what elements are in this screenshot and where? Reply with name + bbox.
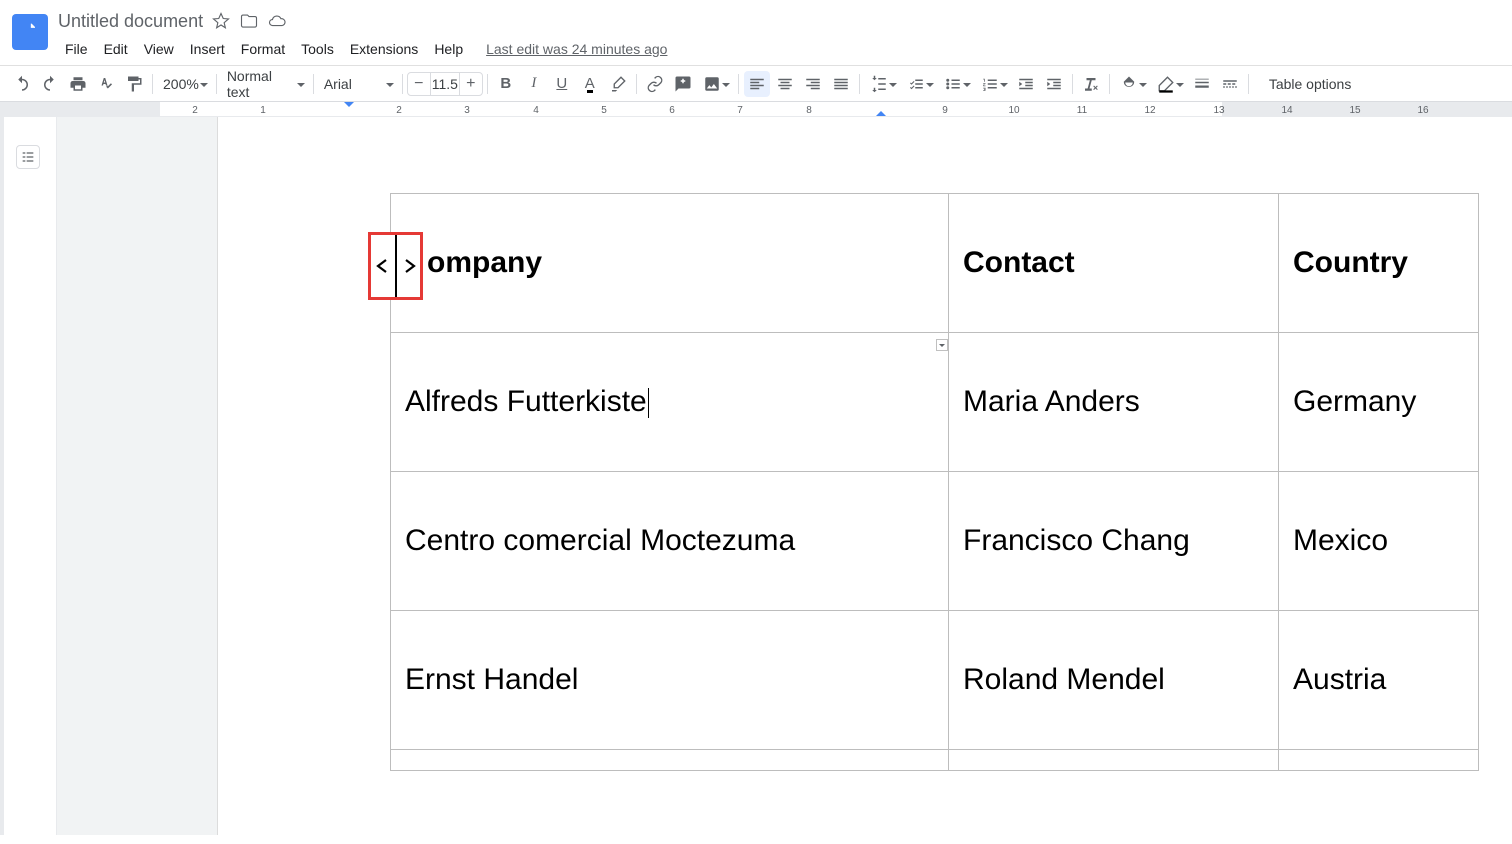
zoom-dropdown[interactable]: 200% [157,71,212,97]
menu-insert[interactable]: Insert [183,38,232,60]
cell-company[interactable]: Alfreds Futterkiste [405,385,649,418]
font-size-control: − 11.5 + [407,72,483,96]
cell-shading-dropdown[interactable] [1114,71,1151,97]
table-row: Centro comercial Moctezuma Francisco Cha… [391,472,1479,611]
table-header-row: ompany Contact Country [391,194,1479,333]
right-indent-marker[interactable] [876,106,886,116]
font-dropdown[interactable]: Arial [318,71,398,97]
doc-title[interactable]: Untitled document [58,11,203,32]
highlight-color-button[interactable] [605,71,631,97]
ruler-label: 15 [1349,105,1360,116]
italic-button[interactable]: I [521,71,547,97]
ruler-label: 10 [1008,105,1019,116]
header-country[interactable]: Country [1293,246,1408,279]
font-size-increase-button[interactable]: + [460,73,482,95]
add-comment-button[interactable] [670,71,696,97]
style-dropdown[interactable]: Normal text [221,71,309,97]
cell-country[interactable]: Austria [1293,663,1386,696]
numbered-list-dropdown[interactable] [975,71,1012,97]
ruler-label: 14 [1281,105,1292,116]
checklist-dropdown[interactable] [901,71,938,97]
insert-image-dropdown[interactable] [697,71,734,97]
bold-button[interactable]: B [493,71,519,97]
cell-contact[interactable]: Maria Anders [963,385,1140,418]
font-size-decrease-button[interactable]: − [408,73,430,95]
header-contact[interactable]: Contact [963,246,1075,279]
style-value: Normal text [227,68,296,100]
increase-indent-button[interactable] [1041,71,1067,97]
ruler-label: 3 [464,105,470,116]
align-right-button[interactable] [800,71,826,97]
toolbar: 200% Normal text Arial − 11.5 + B I U A … [0,66,1512,102]
ruler-label: 16 [1417,105,1428,116]
table-row [391,750,1479,771]
header-company[interactable]: ompany [427,246,542,279]
align-center-button[interactable] [772,71,798,97]
star-icon[interactable] [211,11,231,31]
docs-logo[interactable] [12,14,48,50]
cell-contact[interactable]: Francisco Chang [963,524,1190,557]
show-outline-button[interactable] [16,145,40,169]
ruler-label: 13 [1213,105,1224,116]
menu-format[interactable]: Format [234,38,292,60]
ruler-label: 9 [942,105,948,116]
font-size-value[interactable]: 11.5 [430,73,460,95]
table-options-button[interactable]: Table options [1261,72,1360,96]
cell-country[interactable]: Mexico [1293,524,1388,557]
cell-country[interactable]: Germany [1293,385,1416,418]
border-color-dropdown[interactable] [1151,71,1188,97]
table-row: Ernst Handel Roland Mendel Austria [391,611,1479,750]
menu-file[interactable]: File [58,38,95,60]
zoom-value: 200% [163,76,199,92]
clear-formatting-button[interactable] [1078,71,1104,97]
ruler-label: 11 [1077,105,1087,116]
decrease-indent-button[interactable] [1013,71,1039,97]
document-page[interactable]: ompany Contact Country Alfreds Futterkis… [217,117,1512,835]
cell-company[interactable]: Centro comercial Moctezuma [405,524,795,557]
spellcheck-button[interactable] [93,71,119,97]
menu-tools[interactable]: Tools [294,38,341,60]
border-dash-button[interactable] [1217,71,1243,97]
redo-button[interactable] [37,71,63,97]
ruler-label: 5 [601,105,607,116]
bulleted-list-dropdown[interactable] [938,71,975,97]
content-table[interactable]: ompany Contact Country Alfreds Futterkis… [390,193,1479,771]
font-value: Arial [324,76,352,92]
cell-contact[interactable]: Roland Mendel [963,663,1165,696]
menu-view[interactable]: View [137,38,181,60]
vertical-ruler[interactable] [0,117,4,835]
ruler-label: 12 [1144,105,1155,116]
horizontal-ruler[interactable]: 2 1 2 3 4 5 6 7 8 9 10 11 12 13 14 15 16 [0,102,1512,117]
print-button[interactable] [65,71,91,97]
menu-help[interactable]: Help [427,38,470,60]
menu-extensions[interactable]: Extensions [343,38,425,60]
first-line-indent-marker[interactable] [344,102,354,112]
move-icon[interactable] [239,11,259,31]
insert-link-button[interactable] [642,71,668,97]
ruler-label: 1 [260,105,266,116]
undo-button[interactable] [9,71,35,97]
ruler-label: 2 [192,105,198,116]
table-row: Alfreds Futterkiste Maria Anders Germany [391,333,1479,472]
last-edit-link[interactable]: Last edit was 24 minutes ago [486,41,667,57]
line-spacing-dropdown[interactable] [864,71,901,97]
ruler-label: 2 [396,105,402,116]
cell-options-dropdown[interactable] [936,339,948,351]
ruler-label: 6 [669,105,675,116]
paint-format-button[interactable] [121,71,147,97]
cloud-status-icon[interactable] [267,11,287,31]
menu-edit[interactable]: Edit [97,38,135,60]
ruler-label: 4 [533,105,539,116]
ruler-label: 7 [737,105,743,116]
border-width-button[interactable] [1189,71,1215,97]
align-justify-button[interactable] [828,71,854,97]
align-left-button[interactable] [744,71,770,97]
column-resize-cursor-icon[interactable] [368,232,423,300]
text-color-button[interactable]: A [577,71,603,97]
ruler-label: 8 [806,105,812,116]
cell-company[interactable]: Ernst Handel [405,663,578,696]
underline-button[interactable]: U [549,71,575,97]
